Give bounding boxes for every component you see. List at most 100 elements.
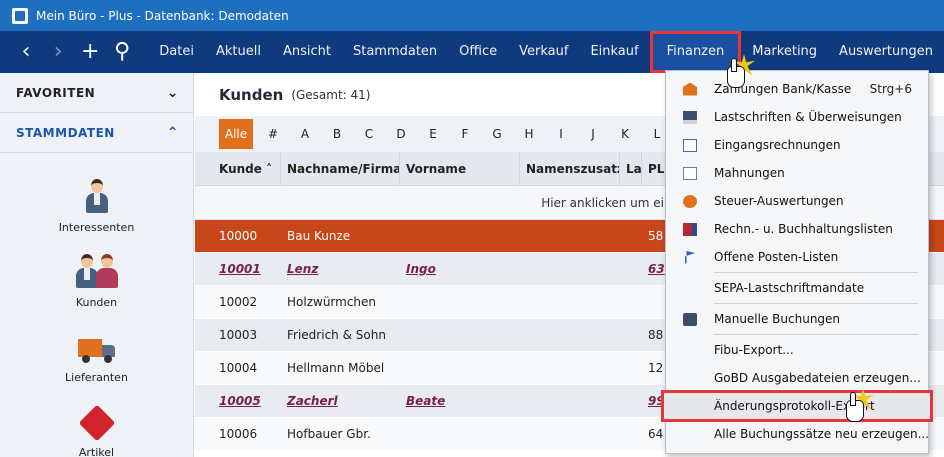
- menu-item-zahlungen[interactable]: Zahlungen Bank/Kasse Strg+6: [666, 75, 928, 103]
- menu-marketing[interactable]: Marketing: [741, 31, 828, 73]
- menu-item-buchungssaetze-neu[interactable]: Alle Buchungssätze neu erzeugen...: [666, 420, 928, 448]
- sidebar-item-label: Interessenten: [58, 221, 135, 234]
- menu-einkauf[interactable]: Einkauf: [579, 31, 649, 73]
- menu-item-label: GoBD Ausgabedateien erzeugen...: [714, 371, 921, 385]
- sidebar-section-label: FAVORITEN: [16, 85, 96, 100]
- menu-office[interactable]: Office: [448, 31, 508, 73]
- tax-icon: [683, 194, 697, 208]
- column-header-name[interactable]: Nachname/Firma: [281, 151, 400, 186]
- alpha-filter-h[interactable]: H: [513, 127, 545, 141]
- menu-item-shortcut: Strg+6: [869, 82, 912, 96]
- menu-datei[interactable]: Datei: [148, 31, 205, 73]
- alpha-filter-f[interactable]: F: [449, 127, 481, 141]
- alpha-filter-c[interactable]: C: [353, 127, 385, 141]
- menu-item-fibu-export[interactable]: Fibu-Export...: [666, 336, 928, 364]
- menu-item-label: Fibu-Export...: [714, 343, 794, 357]
- sidebar-item-interessenten[interactable]: Interessenten: [0, 165, 194, 240]
- chevron-down-icon: ⌄: [166, 84, 179, 101]
- menu-stammdaten[interactable]: Stammdaten: [342, 31, 448, 73]
- finanzen-dropdown-menu: Zahlungen Bank/Kasse Strg+6 Lastschrifte…: [661, 70, 933, 454]
- menu-separator: [714, 303, 918, 304]
- sidebar-item-kunden[interactable]: Kunden: [0, 240, 194, 315]
- cell-name: Lenz: [287, 262, 319, 276]
- menu-item-steuer[interactable]: Steuer-Auswertungen: [666, 187, 928, 215]
- flag-icon: [685, 250, 695, 264]
- menu-item-label: Rechn.- u. Buchhaltungslisten: [714, 222, 893, 236]
- menu-item-gobd[interactable]: GoBD Ausgabedateien erzeugen...: [666, 364, 928, 392]
- main-menu: Datei Aktuell Ansicht Stammdaten Office …: [148, 31, 944, 73]
- menu-item-label: Manuelle Buchungen: [714, 312, 841, 326]
- alpha-filter-b[interactable]: B: [321, 127, 353, 141]
- cell-kunde: 10004: [219, 361, 258, 375]
- cell-name: Bau Kunze: [287, 229, 351, 243]
- cell-vorname: Beate: [406, 394, 446, 408]
- sidebar-section-favoriten[interactable]: FAVORITEN ⌄: [0, 73, 193, 113]
- customers-icon: [74, 254, 120, 290]
- column-header-land[interactable]: La: [620, 151, 642, 186]
- search-icon[interactable]: ⚲: [107, 41, 137, 63]
- ledger-icon: [683, 222, 697, 236]
- alpha-filter-a[interactable]: A: [289, 127, 321, 141]
- alpha-filter-all[interactable]: Alle: [219, 119, 253, 149]
- title-bar: Mein Büro - Plus - Datenbank: Demodaten: [0, 0, 944, 31]
- person-icon: [84, 179, 110, 215]
- alpha-filter-d[interactable]: D: [385, 127, 417, 141]
- cell-name: Friedrich & Sohn: [287, 328, 386, 342]
- menu-item-lastschriften[interactable]: Lastschriften & Überweisungen: [666, 103, 928, 131]
- sidebar-item-label: Kunden: [75, 296, 118, 309]
- menu-separator: [714, 272, 918, 273]
- manual-booking-icon: [683, 312, 697, 326]
- sidebar-item-lieferanten[interactable]: Lieferanten: [0, 315, 194, 390]
- column-header-vorname[interactable]: Vorname: [400, 151, 520, 186]
- alpha-filter-g[interactable]: G: [481, 127, 513, 141]
- new-icon[interactable]: +: [75, 41, 105, 63]
- cell-kunde: 10002: [219, 295, 258, 309]
- menu-item-label: Alle Buchungssätze neu erzeugen...: [714, 427, 928, 441]
- menu-item-label: Eingangsrechnungen: [714, 138, 841, 152]
- sidebar-item-artikel[interactable]: Artikel: [0, 390, 194, 457]
- record-count: (Gesamt: 41): [291, 87, 371, 102]
- menu-item-label: Lastschriften & Überweisungen: [714, 110, 902, 124]
- alpha-filter-hash[interactable]: #: [257, 127, 289, 141]
- menu-item-eingangsrechnungen[interactable]: Eingangsrechnungen: [666, 131, 928, 159]
- menu-separator: [714, 334, 918, 335]
- column-header-kunde[interactable]: Kunde ˄: [195, 151, 281, 186]
- back-icon[interactable]: ‹: [11, 41, 41, 63]
- column-header-namenszusatz[interactable]: Namenszusatz: [520, 151, 620, 186]
- menu-item-label: SEPA-Lastschriftmandate: [714, 281, 865, 295]
- menu-item-sepa[interactable]: SEPA-Lastschriftmandate: [666, 274, 928, 302]
- cell-name: Zacherl: [287, 394, 338, 408]
- cell-kunde: 10006: [219, 427, 258, 441]
- menu-aktuell[interactable]: Aktuell: [205, 31, 272, 73]
- sidebar-item-label: Lieferanten: [65, 371, 128, 384]
- menu-item-buchhaltungslisten[interactable]: Rechn.- u. Buchhaltungslisten: [666, 215, 928, 243]
- alpha-filter-k[interactable]: K: [609, 127, 641, 141]
- invoice-icon: [683, 138, 697, 152]
- sidebar: FAVORITEN ⌄ STAMMDATEN ⌃ Interessenten K…: [0, 73, 194, 457]
- nav-buttons: ‹ › + ⚲: [0, 41, 148, 63]
- menu-auswertungen[interactable]: Auswertungen: [828, 31, 944, 73]
- cell-kunde: 10000: [219, 229, 258, 243]
- truck-icon: [77, 337, 116, 365]
- chevron-up-icon: ⌃: [166, 124, 179, 141]
- menu-verkauf[interactable]: Verkauf: [508, 31, 579, 73]
- menu-item-aenderungsprotokoll-export[interactable]: Änderungsprotokoll-Export: [661, 390, 933, 422]
- bank-icon: [683, 82, 697, 96]
- cell-name: Hofbauer Gbr.: [287, 427, 371, 441]
- alpha-filter-e[interactable]: E: [417, 127, 449, 141]
- filter-hint: Hier anklicken um ei: [541, 195, 664, 210]
- menu-item-label: Änderungsprotokoll-Export: [714, 399, 875, 413]
- menu-item-manuelle-buchungen[interactable]: Manuelle Buchungen: [666, 305, 928, 333]
- page-title: Kunden: [219, 85, 284, 104]
- sidebar-item-label: Artikel: [78, 446, 115, 457]
- alpha-filter-i[interactable]: I: [545, 127, 577, 141]
- cell-name: Hellmann Möbel: [287, 361, 385, 375]
- click-cursor-icon: [846, 388, 874, 422]
- menu-item-mahnungen[interactable]: Mahnungen: [666, 159, 928, 187]
- menu-ansicht[interactable]: Ansicht: [272, 31, 342, 73]
- alpha-filter-j[interactable]: J: [577, 127, 609, 141]
- app-icon: [12, 7, 28, 24]
- forward-icon[interactable]: ›: [43, 41, 73, 63]
- sidebar-section-stammdaten[interactable]: STAMMDATEN ⌃: [0, 113, 193, 153]
- menu-item-offene-posten[interactable]: Offene Posten-Listen: [666, 243, 928, 271]
